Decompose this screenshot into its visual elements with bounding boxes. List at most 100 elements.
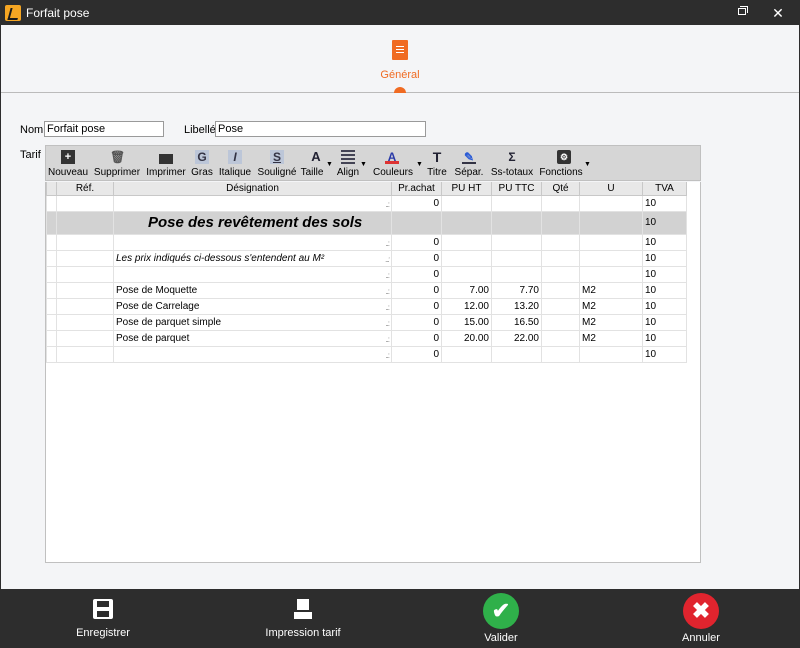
tva-cell[interactable]: 10: [642, 329, 687, 347]
column-header[interactable]: PU HT: [441, 182, 492, 196]
puttc-cell[interactable]: [491, 194, 542, 212]
taille-button[interactable]: A Taille ▼: [300, 148, 333, 180]
prachat-cell[interactable]: 0: [391, 297, 442, 315]
unit-cell[interactable]: M2: [579, 297, 643, 315]
resize-grip-icon[interactable]: ..:: [385, 239, 390, 248]
row-selector[interactable]: [46, 194, 57, 212]
imprimer-button[interactable]: Imprimer: [144, 148, 188, 180]
puttc-cell[interactable]: 16.50: [491, 313, 542, 331]
column-header[interactable]: Désignation: [113, 182, 392, 196]
column-header[interactable]: U: [579, 182, 643, 196]
prachat-cell[interactable]: 0: [391, 345, 442, 363]
souligne-button[interactable]: S Souligné: [256, 148, 298, 180]
supprimer-button[interactable]: 🗑 Supprimer: [92, 148, 142, 180]
row-selector[interactable]: [46, 210, 57, 235]
ref-cell[interactable]: [56, 329, 114, 347]
resize-grip-icon[interactable]: ..:: [385, 303, 390, 312]
designation-cell[interactable]: ..:: [113, 233, 392, 251]
resize-grip-icon[interactable]: ..:: [385, 351, 390, 360]
annuler-button[interactable]: ✖ Annuler: [663, 593, 739, 645]
unit-cell[interactable]: [579, 345, 643, 363]
puht-cell[interactable]: 15.00: [441, 313, 492, 331]
designation-cell[interactable]: Pose de Carrelage..:: [113, 297, 392, 315]
titre-button[interactable]: T Titre: [424, 148, 450, 180]
gras-button[interactable]: G Gras: [189, 148, 215, 180]
table-row[interactable]: Pose de parquet..: 0 20.00 22.00 M2 10: [46, 329, 687, 347]
designation-cell[interactable]: ..:: [113, 345, 392, 363]
unit-cell[interactable]: [579, 265, 643, 283]
unit-cell[interactable]: [579, 233, 643, 251]
prachat-cell[interactable]: 0: [391, 265, 442, 283]
table-row[interactable]: Pose de Carrelage..: 0 12.00 13.20 M2 10: [46, 297, 687, 315]
column-header[interactable]: Qté: [541, 182, 580, 196]
unit-cell[interactable]: [579, 210, 643, 235]
nouveau-button[interactable]: + Nouveau: [46, 148, 90, 180]
column-header[interactable]: TVA: [642, 182, 687, 196]
tva-cell[interactable]: 10: [642, 194, 687, 212]
ref-cell[interactable]: [56, 313, 114, 331]
column-header[interactable]: PU TTC: [491, 182, 542, 196]
close-window-button[interactable]: ✕: [765, 5, 791, 21]
puttc-cell[interactable]: [491, 265, 542, 283]
ss-totaux-button[interactable]: Σ Ss-totaux: [488, 148, 536, 180]
unit-cell[interactable]: [579, 194, 643, 212]
puht-cell[interactable]: [441, 233, 492, 251]
prachat-cell[interactable]: 0: [391, 313, 442, 331]
prachat-cell[interactable]: [391, 210, 442, 235]
tva-cell[interactable]: 10: [642, 281, 687, 299]
row-selector[interactable]: [46, 313, 57, 331]
qte-cell[interactable]: [541, 265, 580, 283]
puht-cell[interactable]: 20.00: [441, 329, 492, 347]
puttc-cell[interactable]: [491, 249, 542, 267]
designation-cell[interactable]: Pose des revêtement des sols: [113, 210, 392, 235]
puht-cell[interactable]: [441, 194, 492, 212]
tab-general[interactable]: Général: [375, 39, 425, 81]
valider-button[interactable]: ✔ Valider: [463, 593, 539, 645]
puht-cell[interactable]: 7.00: [441, 281, 492, 299]
table-row[interactable]: Pose des revêtement des sols 10: [46, 210, 687, 235]
row-selector[interactable]: [46, 233, 57, 251]
prachat-cell[interactable]: 0: [391, 194, 442, 212]
column-header[interactable]: Réf.: [56, 182, 114, 196]
designation-cell[interactable]: Pose de parquet..:: [113, 329, 392, 347]
puttc-cell[interactable]: 22.00: [491, 329, 542, 347]
qte-cell[interactable]: [541, 210, 580, 235]
enregistrer-button[interactable]: Enregistrer: [61, 593, 145, 645]
tva-cell[interactable]: 10: [642, 345, 687, 363]
table-row[interactable]: Les prix indiqués ci-dessous s'entendent…: [46, 249, 687, 267]
ref-cell[interactable]: [56, 265, 114, 283]
resize-grip-icon[interactable]: ..:: [385, 319, 390, 328]
tva-cell[interactable]: 10: [642, 265, 687, 283]
table-row[interactable]: Pose de Moquette..: 0 7.00 7.70 M2 10: [46, 281, 687, 299]
ref-cell[interactable]: [56, 210, 114, 235]
tva-cell[interactable]: 10: [642, 233, 687, 251]
puttc-cell[interactable]: [491, 233, 542, 251]
puht-cell[interactable]: [441, 210, 492, 235]
table-row[interactable]: ..: 0 10: [46, 345, 687, 363]
column-header[interactable]: Pr.achat: [391, 182, 442, 196]
resize-grip-icon[interactable]: ..:: [385, 335, 390, 344]
ref-cell[interactable]: [56, 249, 114, 267]
prachat-cell[interactable]: 0: [391, 329, 442, 347]
ref-cell[interactable]: [56, 233, 114, 251]
resize-grip-icon[interactable]: ..:: [385, 255, 390, 264]
unit-cell[interactable]: M2: [579, 313, 643, 331]
qte-cell[interactable]: [541, 345, 580, 363]
nom-input[interactable]: Forfait pose: [44, 121, 164, 137]
qte-cell[interactable]: [541, 329, 580, 347]
puttc-cell[interactable]: 13.20: [491, 297, 542, 315]
table-row[interactable]: Pose de parquet simple..: 0 15.00 16.50 M2 10: [46, 313, 687, 331]
ref-cell[interactable]: [56, 281, 114, 299]
tva-cell[interactable]: 10: [642, 313, 687, 331]
puttc-cell[interactable]: [491, 345, 542, 363]
puttc-cell[interactable]: 7.70: [491, 281, 542, 299]
row-selector[interactable]: [46, 281, 57, 299]
resize-grip-icon[interactable]: ..:: [385, 287, 390, 296]
row-selector[interactable]: [46, 249, 57, 267]
qte-cell[interactable]: [541, 194, 580, 212]
puht-cell[interactable]: [441, 345, 492, 363]
fonctions-button[interactable]: ⚙ Fonctions ▼: [538, 148, 591, 180]
align-button[interactable]: Align ▼: [336, 148, 367, 180]
table-row[interactable]: ..: 0 10: [46, 233, 687, 251]
tva-cell[interactable]: 10: [642, 297, 687, 315]
